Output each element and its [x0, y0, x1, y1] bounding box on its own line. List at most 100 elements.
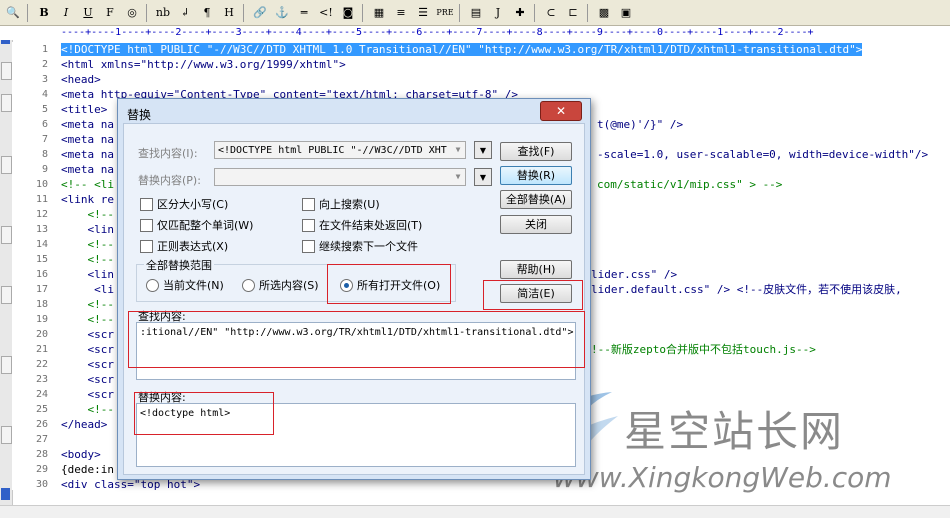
- code-line[interactable]: <!--: [61, 207, 114, 222]
- panel-tab[interactable]: [1, 286, 12, 304]
- align-icon[interactable]: ≡: [392, 4, 410, 22]
- code-line[interactable]: <lin: [61, 222, 114, 237]
- radio-dot[interactable]: [146, 278, 159, 292]
- code-line[interactable]: <lin: [61, 267, 114, 282]
- code-line[interactable]: <!--: [61, 297, 114, 312]
- replace-text-area[interactable]: <!doctype html>: [136, 403, 576, 467]
- help-button[interactable]: 帮助(H): [500, 260, 572, 279]
- anchor-icon[interactable]: ⚓: [273, 4, 291, 22]
- code-line-fragment[interactable]: -scale=1.0, user-scalable=0, width=devic…: [597, 147, 928, 162]
- checkbox-box[interactable]: [302, 197, 315, 211]
- find-text-area[interactable]: :itional//EN" "http://www.w3.org/TR/xhtm…: [136, 322, 576, 380]
- code-line[interactable]: <!--: [61, 252, 114, 267]
- panel-tab[interactable]: [1, 426, 12, 444]
- replace-history-button[interactable]: ▼: [474, 168, 492, 186]
- scope-current-file-radio[interactable]: 当前文件(N): [146, 277, 224, 293]
- code-line[interactable]: </head>: [61, 417, 107, 432]
- find-button[interactable]: 查找(F): [500, 142, 572, 161]
- panel-tab[interactable]: [1, 156, 12, 174]
- code-line[interactable]: <scr: [61, 327, 114, 342]
- find-history-button[interactable]: ▼: [474, 141, 492, 159]
- comment-icon[interactable]: <!: [317, 4, 335, 22]
- plugin-icon[interactable]: ✚: [511, 4, 529, 22]
- code-line[interactable]: <scr: [61, 342, 114, 357]
- code-line[interactable]: <head>: [61, 72, 101, 87]
- code-line[interactable]: <li: [61, 282, 114, 297]
- table-icon[interactable]: ▦: [370, 4, 388, 22]
- checkbox-box[interactable]: [140, 239, 153, 253]
- checkbox-box[interactable]: [140, 218, 153, 232]
- regex-checkbox[interactable]: 正则表达式(X): [140, 238, 228, 254]
- find-combo[interactable]: <!DOCTYPE html PUBLIC "-//W3C//DTD XHT ▼: [214, 141, 466, 159]
- code-line-fragment[interactable]: lider.default.css" /> <!--皮肤文件，若不使用该皮肤,: [591, 282, 902, 297]
- code-line-fragment[interactable]: t(@me)'/}" />: [597, 117, 683, 132]
- wrap-at-end-checkbox[interactable]: 在文件结束处返回(T): [302, 217, 422, 233]
- whole-word-checkbox[interactable]: 仅匹配整个单词(W): [140, 217, 253, 233]
- font-button[interactable]: F: [101, 4, 119, 22]
- form-icon[interactable]: ▤: [467, 4, 485, 22]
- radio-dot[interactable]: [242, 278, 255, 292]
- close-button[interactable]: 关闭: [500, 215, 572, 234]
- clip-icon[interactable]: ⊂: [542, 4, 560, 22]
- match-case-checkbox[interactable]: 区分大小写(C): [140, 196, 228, 212]
- code-line[interactable]: <meta na: [61, 162, 114, 177]
- replace-combo[interactable]: ▼: [214, 168, 466, 186]
- hr-icon[interactable]: ═: [295, 4, 313, 22]
- code-line[interactable]: <!-- <li: [61, 177, 114, 192]
- code-line[interactable]: <meta na: [61, 147, 114, 162]
- simple-mode-button[interactable]: 简洁(E): [500, 284, 572, 303]
- code-line[interactable]: <link re: [61, 192, 114, 207]
- search-up-checkbox[interactable]: 向上搜索(U): [302, 196, 380, 212]
- checkbox-box[interactable]: [302, 218, 315, 232]
- code-line[interactable]: <scr: [61, 357, 114, 372]
- italic-button[interactable]: I: [57, 4, 75, 22]
- nbsp-button[interactable]: nb: [154, 4, 172, 22]
- code-line[interactable]: <!--: [61, 237, 114, 252]
- scope-all-open-files-radio[interactable]: 所有打开文件(O): [340, 277, 440, 293]
- heading-button[interactable]: H: [220, 4, 238, 22]
- code-line[interactable]: <!DOCTYPE html PUBLIC "-//W3C//DTD XHTML…: [61, 42, 863, 57]
- line-break-button[interactable]: ↲: [176, 4, 194, 22]
- code-line[interactable]: {dede:in: [61, 462, 114, 477]
- next-file-checkbox[interactable]: 继续搜索下一个文件: [302, 238, 418, 254]
- code-line-fragment[interactable]: com/static/v1/mip.css" > -->: [597, 177, 782, 192]
- replace-button[interactable]: 替换(R): [500, 166, 572, 185]
- code-line[interactable]: <body>: [61, 447, 101, 462]
- code-line[interactable]: <html xmlns="http://www.w3.org/1999/xhtm…: [61, 57, 346, 72]
- link-icon[interactable]: 🔗: [251, 4, 269, 22]
- code-line[interactable]: <scr: [61, 372, 114, 387]
- dialog-close-button[interactable]: ✕: [540, 101, 582, 121]
- paragraph-button[interactable]: ¶: [198, 4, 216, 22]
- radio-dot-selected[interactable]: [340, 278, 353, 292]
- color-icon[interactable]: ◎: [123, 4, 141, 22]
- code-line[interactable]: <meta na: [61, 117, 114, 132]
- expand-arrow-icon[interactable]: [1, 488, 10, 500]
- panel-tab[interactable]: [1, 226, 12, 244]
- checkbox-box[interactable]: [140, 197, 153, 211]
- list-icon[interactable]: ☰: [414, 4, 432, 22]
- replace-all-button[interactable]: 全部替换(A): [500, 190, 572, 209]
- code-line-fragment[interactable]: !--新版zepto合并版中不包括touch.js-->: [591, 342, 816, 357]
- chevron-down-icon[interactable]: ▼: [451, 142, 465, 158]
- panel-tab[interactable]: [1, 94, 12, 112]
- bold-button[interactable]: B: [35, 4, 53, 22]
- code-line-fragment[interactable]: lider.css" />: [591, 267, 677, 282]
- image-icon[interactable]: ◙: [339, 4, 357, 22]
- selected-text[interactable]: <!DOCTYPE html PUBLIC "-//W3C//DTD XHTML…: [61, 43, 863, 56]
- chevron-down-icon[interactable]: ▼: [451, 169, 465, 185]
- script-button[interactable]: J: [489, 4, 507, 22]
- scope-selection-radio[interactable]: 所选内容(S): [242, 277, 319, 293]
- frame-icon[interactable]: ▣: [617, 4, 635, 22]
- palette-icon[interactable]: ▩: [595, 4, 613, 22]
- page-icon[interactable]: ⊏: [564, 4, 582, 22]
- code-line[interactable]: <!--: [61, 402, 114, 417]
- panel-tab[interactable]: [1, 356, 12, 374]
- pre-button[interactable]: PRE: [436, 4, 454, 22]
- underline-button[interactable]: U: [79, 4, 97, 22]
- code-line[interactable]: <!--: [61, 312, 114, 327]
- checkbox-box[interactable]: [302, 239, 315, 253]
- code-line[interactable]: <scr: [61, 387, 114, 402]
- panel-tab[interactable]: [1, 62, 12, 80]
- code-line[interactable]: <meta na: [61, 132, 114, 147]
- preview-icon[interactable]: 🔍: [4, 4, 22, 22]
